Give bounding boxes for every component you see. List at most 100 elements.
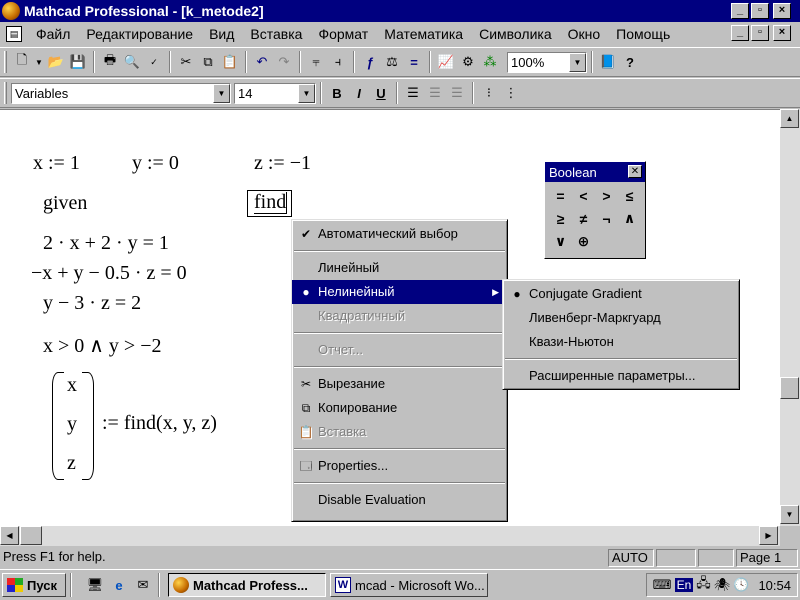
menu-format[interactable]: Формат xyxy=(310,26,376,42)
menu-item-linear[interactable]: Линейный xyxy=(292,256,507,280)
submenu-item-advanced-options[interactable]: Расширенные параметры... xyxy=(503,364,739,388)
align-left-icon[interactable]: ⫞ xyxy=(327,51,349,73)
align-right-text-icon[interactable]: ☰ xyxy=(446,82,468,104)
network-icon[interactable]: 🖧 xyxy=(696,574,711,596)
title-bar[interactable]: Mathcad Professional - [k_metode2] _ ▫ × xyxy=(0,0,800,22)
insert-function-icon[interactable]: ƒ xyxy=(359,51,381,73)
new-dropdown-icon[interactable]: ▼ xyxy=(33,51,45,73)
menu-insert[interactable]: Вставка xyxy=(242,26,310,42)
and-button[interactable]: ∧ xyxy=(618,207,641,230)
horizontal-scroll-thumb[interactable] xyxy=(20,526,42,545)
vertical-scrollbar[interactable]: ▲ ▼ xyxy=(780,109,800,526)
equal-button[interactable]: = xyxy=(549,184,572,207)
doc-close-button[interactable]: × xyxy=(773,25,791,41)
system-clock[interactable]: 10:54 xyxy=(758,578,791,593)
menu-view[interactable]: Вид xyxy=(201,26,242,42)
chevron-down-icon[interactable]: ▼ xyxy=(298,83,315,103)
menu-item-nonlinear[interactable]: ● Нелинейный ▶ xyxy=(292,280,507,304)
palette-close-icon[interactable]: ✕ xyxy=(628,165,642,178)
menu-item-quadratic[interactable]: Квадратичный xyxy=(292,304,507,328)
calculate-icon[interactable]: = xyxy=(403,51,425,73)
horizontal-scrollbar[interactable]: ◀ ▶ xyxy=(0,526,780,546)
start-button[interactable]: Пуск xyxy=(2,573,66,597)
result-vector[interactable]: x y z xyxy=(52,372,94,480)
or-button[interactable]: ∨ xyxy=(549,230,572,253)
font-size-select[interactable]: 14 ▼ xyxy=(234,82,316,104)
less-equal-button[interactable]: ≤ xyxy=(618,184,641,207)
definition-z[interactable]: z := −1 xyxy=(254,152,311,175)
given-keyword[interactable]: given xyxy=(43,192,87,215)
submenu-item-conjugate-gradient[interactable]: ● Conjugate Gradient xyxy=(503,282,739,306)
align-top-icon[interactable]: ⫧ xyxy=(305,51,327,73)
show-desktop-icon[interactable]: 🖥 xyxy=(84,574,106,596)
menu-window[interactable]: Окно xyxy=(560,26,609,42)
restore-button[interactable]: ▫ xyxy=(751,3,769,19)
close-button[interactable]: × xyxy=(773,3,791,19)
vertical-scroll-thumb[interactable] xyxy=(780,377,799,399)
insert-unit-icon[interactable]: ⚖ xyxy=(381,51,403,73)
toolbar-grip[interactable] xyxy=(4,51,7,73)
palette-title-bar[interactable]: Boolean ✕ xyxy=(545,162,645,182)
constraint-inequality[interactable]: x > 0 ∧ y > −2 xyxy=(43,333,161,358)
not-button[interactable]: ¬ xyxy=(595,207,618,230)
numbered-list-icon[interactable]: ⋮ xyxy=(500,82,522,104)
scroll-down-icon[interactable]: ▼ xyxy=(780,505,799,524)
style-select[interactable]: Variables ▼ xyxy=(11,82,231,104)
equation-3[interactable]: y − 3 · z = 2 xyxy=(43,292,141,315)
scroll-up-icon[interactable]: ▲ xyxy=(780,109,799,128)
save-disk-icon[interactable]: 💾 xyxy=(67,51,89,73)
find-region[interactable]: find xyxy=(247,190,293,218)
align-center-text-icon[interactable]: ☰ xyxy=(424,82,446,104)
greater-equal-button[interactable]: ≥ xyxy=(549,207,572,230)
menu-edit[interactable]: Редактирование xyxy=(78,26,201,42)
insert-component-icon[interactable]: ⁂ xyxy=(479,51,501,73)
menu-item-cut[interactable]: ✂ Вырезание xyxy=(292,372,507,396)
taskbar-mathcad[interactable]: Mathcad Profess... xyxy=(168,573,326,597)
align-left-text-icon[interactable]: ☰ xyxy=(402,82,424,104)
insert-graph-icon[interactable]: 📈 xyxy=(435,51,457,73)
cut-scissors-icon[interactable]: ✂ xyxy=(175,51,197,73)
open-folder-icon[interactable]: 📂 xyxy=(45,51,67,73)
menu-help[interactable]: Помощь xyxy=(608,26,678,42)
menu-symbolics[interactable]: Символика xyxy=(471,26,560,42)
keyboard-icon[interactable]: ⌨ xyxy=(653,577,672,593)
equation-2[interactable]: −x + y − 0.5 · z = 0 xyxy=(31,262,187,285)
redo-icon[interactable]: ↷ xyxy=(273,51,295,73)
menu-item-copy[interactable]: ⧉ Копирование xyxy=(292,396,507,420)
menu-item-disable-evaluation[interactable]: Disable Evaluation xyxy=(292,488,507,512)
help-question-icon[interactable]: ? xyxy=(619,51,641,73)
not-equal-button[interactable]: ≠ xyxy=(572,207,595,230)
scroll-right-icon[interactable]: ▶ xyxy=(759,526,778,545)
definition-y[interactable]: y := 0 xyxy=(132,152,179,175)
find-assignment[interactable]: := find(x, y, z) xyxy=(102,412,217,435)
chevron-down-icon[interactable]: ▼ xyxy=(213,83,230,103)
submenu-item-levenberg-marquardt[interactable]: Ливенберг-Маркгуард xyxy=(503,306,739,330)
component-wizard-icon[interactable]: ⚙ xyxy=(457,51,479,73)
menu-item-auto-select[interactable]: ✔ Автоматический выбор xyxy=(292,222,507,246)
submenu-item-quasi-newton[interactable]: Квази-Ньютон xyxy=(503,330,739,354)
menu-item-properties[interactable]: 🗔 Properties... xyxy=(292,454,507,478)
chevron-down-icon[interactable]: ▼ xyxy=(569,52,586,72)
taskbar-word[interactable]: W mcad - Microsoft Wo... xyxy=(330,573,488,597)
internet-explorer-icon[interactable]: e xyxy=(108,574,130,596)
minimize-button[interactable]: _ xyxy=(731,3,749,19)
menu-file[interactable]: Файл xyxy=(28,26,78,42)
clock-icon[interactable]: 🕓 xyxy=(733,577,749,593)
underline-button[interactable]: U xyxy=(370,82,392,104)
menu-math[interactable]: Математика xyxy=(376,26,471,42)
menu-item-paste[interactable]: 📋 Вставка xyxy=(292,420,507,444)
mathcad-app-icon[interactable] xyxy=(2,2,20,20)
scroll-left-icon[interactable]: ◀ xyxy=(0,526,19,545)
print-preview-icon[interactable]: 🔍 xyxy=(121,51,143,73)
menu-item-report[interactable]: Отчет... xyxy=(292,338,507,362)
document-icon[interactable]: ▤ xyxy=(6,26,22,42)
antivirus-spider-icon[interactable]: 🕷 xyxy=(714,577,731,593)
bold-button[interactable]: B xyxy=(326,82,348,104)
greater-than-button[interactable]: > xyxy=(595,184,618,207)
copy-icon[interactable]: ⧉ xyxy=(197,51,219,73)
resource-center-icon[interactable]: 📘 xyxy=(597,51,619,73)
outlook-express-icon[interactable]: ✉ xyxy=(132,574,154,596)
doc-minimize-button[interactable]: _ xyxy=(731,25,749,41)
xor-button[interactable]: ⊕ xyxy=(572,230,595,253)
equation-1[interactable]: 2 · x + 2 · y = 1 xyxy=(43,232,169,255)
